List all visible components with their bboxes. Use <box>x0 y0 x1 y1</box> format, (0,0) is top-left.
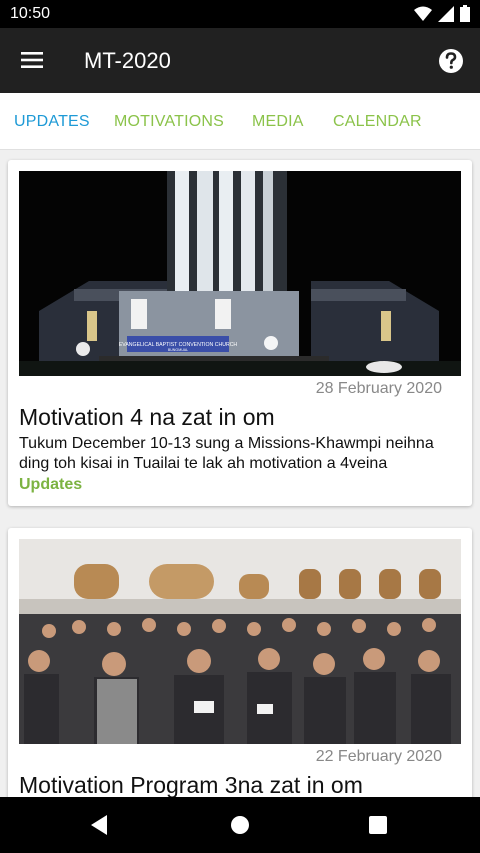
app-title: MT-2020 <box>84 48 171 73</box>
back-button[interactable] <box>85 811 115 839</box>
signal-icon <box>438 5 454 22</box>
post-card[interactable]: EVANGELICAL BAPTIST CONVENTION CHURCH BU… <box>8 160 472 506</box>
status-icons <box>414 5 470 22</box>
recents-button[interactable] <box>363 811 393 839</box>
app-bar: MT-2020 <box>0 28 480 93</box>
back-triangle-icon <box>91 815 107 835</box>
hamburger-menu-icon <box>21 52 43 68</box>
post-title[interactable]: Motivation 4 na zat in om <box>19 404 275 431</box>
tab-updates[interactable]: UPDATES <box>14 113 90 131</box>
menu-button[interactable] <box>14 44 50 76</box>
help-button[interactable] <box>436 46 466 76</box>
status-bar: 10:50 <box>0 0 480 28</box>
post-date: 22 February 2020 <box>315 748 442 765</box>
tab-calendar[interactable]: CALENDAR <box>333 113 422 131</box>
post-image-congregation[interactable] <box>19 539 461 744</box>
home-button[interactable] <box>225 811 255 839</box>
post-category-link[interactable]: Updates <box>19 476 82 494</box>
status-time: 10:50 <box>10 5 51 22</box>
tab-bar: UPDATES MOTIVATIONS MEDIA CALENDAR <box>0 93 480 150</box>
recents-square-icon <box>369 816 387 834</box>
wifi-icon <box>414 6 432 21</box>
post-image-church[interactable]: EVANGELICAL BAPTIST CONVENTION CHURCH BU… <box>19 171 461 376</box>
post-title[interactable]: Motivation Program 3na zat in om <box>19 772 363 797</box>
post-feed[interactable]: EVANGELICAL BAPTIST CONVENTION CHURCH BU… <box>0 150 480 797</box>
post-date: 28 February 2020 <box>315 380 442 397</box>
tab-motivations[interactable]: MOTIVATIONS <box>114 113 224 131</box>
home-circle-icon <box>231 816 249 834</box>
tab-media[interactable]: MEDIA <box>252 113 304 131</box>
system-nav-bar <box>0 797 480 853</box>
post-description: Tukum December 10-13 sung a Missions-Kha… <box>19 435 434 472</box>
help-icon <box>439 49 463 73</box>
church-sign-subtext: BUNGMUAL <box>168 348 188 352</box>
battery-icon <box>460 5 470 22</box>
post-card[interactable]: 22 February 2020 Motivation Program 3na … <box>8 528 472 797</box>
